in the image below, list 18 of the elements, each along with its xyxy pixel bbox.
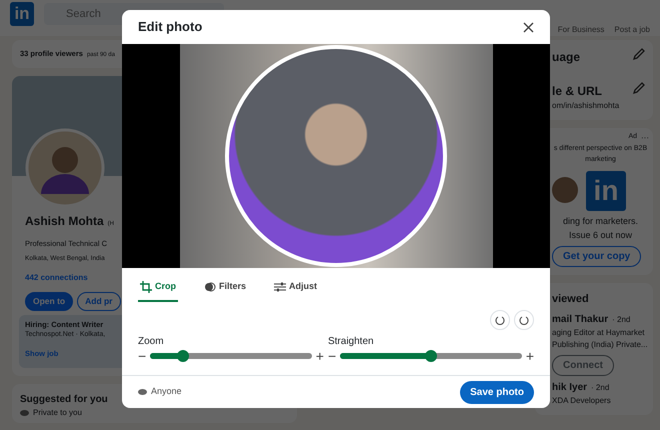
profile-url: om/in/ashishmohta (552, 100, 620, 112)
person-headline: aging Editor at Haymarket Publishing (India) Private... (552, 326, 649, 350)
degree-text: · 2nd (612, 314, 630, 326)
url-title: le & URL (552, 83, 602, 100)
dialog-title: Edit photo (138, 18, 202, 36)
language-title: uage (552, 49, 580, 66)
viewed-title: viewed (552, 292, 590, 307)
person-name: hik Iyer (552, 380, 588, 394)
slider-label: Zoom (138, 334, 165, 348)
degree-text: · 2nd (591, 382, 610, 394)
slider-label: Straighten (328, 334, 375, 348)
profile-name: Ashish Mohta (25, 213, 104, 230)
private-note: Private to you (33, 407, 82, 420)
person-name: mail Thakur (552, 312, 608, 326)
ad-logo: in (586, 171, 626, 211)
ad-text: ding for marketers. Issue 6 out now (562, 215, 640, 242)
person-headline: XDA Developers (552, 394, 612, 406)
suggested-title: Suggested for you (20, 393, 109, 408)
